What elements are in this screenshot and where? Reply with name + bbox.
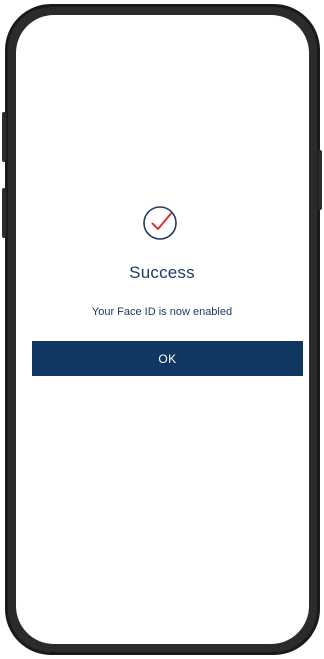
dialog-message: Your Face ID is now enabled	[91, 306, 233, 318]
check-circle-icon	[143, 206, 177, 240]
phone-screen	[16, 15, 309, 644]
volume-down-button	[2, 188, 6, 238]
power-button	[318, 150, 322, 210]
dialog-title: Success	[129, 263, 195, 282]
ok-button[interactable]: OK	[32, 341, 303, 376]
phone-frame	[5, 4, 320, 655]
volume-up-button	[2, 112, 6, 162]
